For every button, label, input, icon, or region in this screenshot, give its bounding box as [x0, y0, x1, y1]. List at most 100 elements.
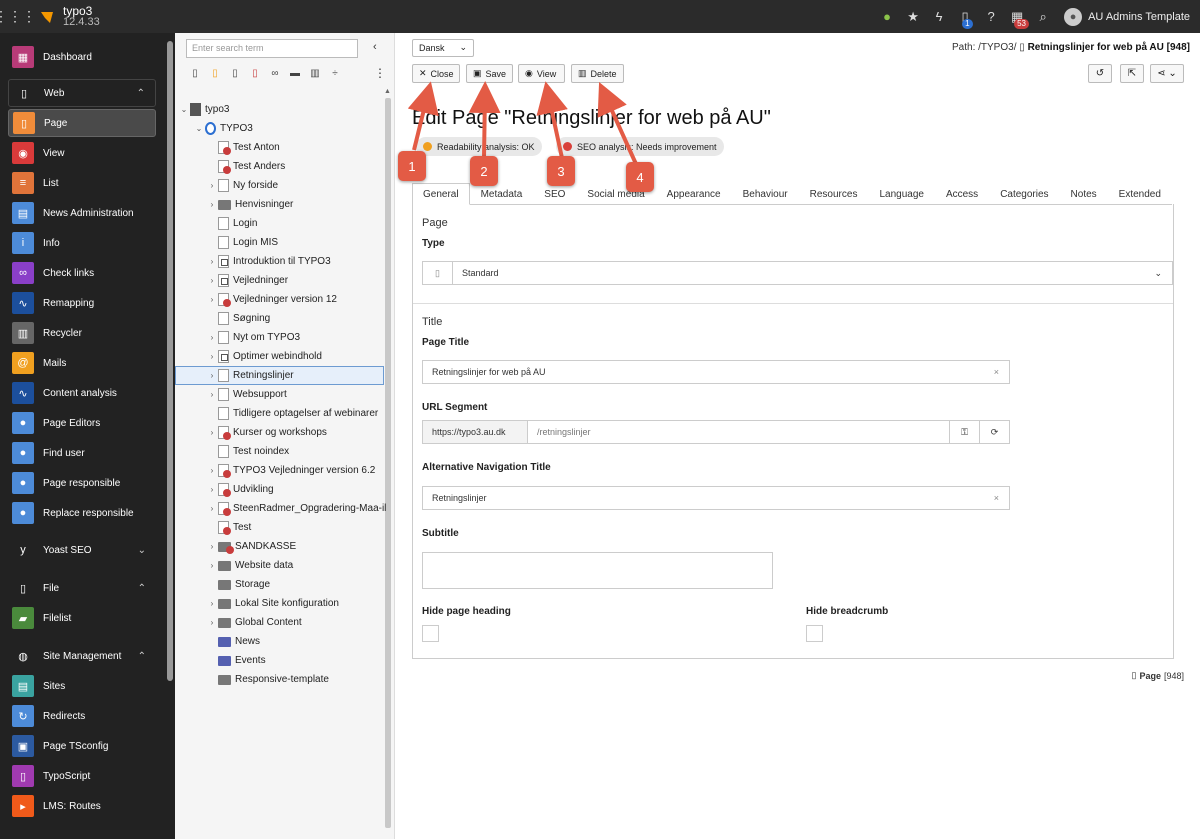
history-button[interactable]: ↺: [1088, 64, 1112, 83]
tab-extended[interactable]: Extended: [1108, 183, 1172, 205]
tree-node[interactable]: › Websupport: [206, 385, 287, 404]
module-group-yoast-seo[interactable]: y Yoast SEO ⌄: [8, 536, 156, 564]
tree-node[interactable]: › Global Content: [206, 613, 302, 632]
tree-node[interactable]: Test noindex: [206, 442, 289, 461]
flash-icon[interactable]: ϟ: [926, 0, 952, 33]
tree-node[interactable]: News: [206, 632, 260, 651]
chevron-right-icon[interactable]: ›: [206, 276, 218, 285]
help-icon[interactable]: ?: [978, 0, 1004, 33]
new-hidden-page-icon[interactable]: ▯: [245, 65, 265, 81]
tree-node[interactable]: Test: [206, 518, 251, 537]
tree-node[interactable]: › Ny forside: [206, 176, 278, 195]
chevron-right-icon[interactable]: ›: [206, 542, 218, 551]
tab-seo[interactable]: SEO: [533, 183, 576, 205]
module-group-web[interactable]: ▯ Web ⌃: [8, 79, 156, 107]
tree-node[interactable]: Tidligere optagelser af webinarer: [206, 404, 378, 423]
chevron-right-icon[interactable]: ›: [206, 504, 218, 513]
chevron-right-icon[interactable]: ›: [206, 466, 218, 475]
language-select[interactable]: Dansk ⌄: [412, 39, 474, 57]
chain-icon[interactable]: ∞: [265, 65, 285, 81]
tree-node[interactable]: › SteenRadmer_Opgradering-Maa-il: [206, 499, 386, 518]
module-lms-routes[interactable]: ▸ LMS: Routes: [8, 792, 156, 820]
open-new-window-button[interactable]: ⇱: [1120, 64, 1144, 83]
module-check-links[interactable]: ∞ Check links: [8, 259, 156, 287]
module-group-file[interactable]: ▯ File ⌃: [8, 574, 156, 602]
scheduler-icon[interactable]: ▦ 53: [1004, 0, 1030, 33]
clear-icon[interactable]: ×: [994, 367, 999, 377]
delete-button[interactable]: ▥ Delete: [571, 64, 624, 83]
tree-node[interactable]: Storage: [206, 575, 270, 594]
tree-node[interactable]: › Website data: [206, 556, 294, 575]
tree-node[interactable]: › Lokal Site konfiguration: [206, 594, 339, 613]
chevron-right-icon[interactable]: ›: [206, 599, 218, 608]
tree-node[interactable]: › SANDKASSE: [206, 537, 296, 556]
tree-scrollbar[interactable]: ▲ ▼: [383, 88, 393, 835]
new-page-special-icon[interactable]: ▯: [205, 65, 225, 81]
type-select[interactable]: ▯ Standard ⌄: [422, 261, 1173, 285]
module-page-responsible[interactable]: ● Page responsible: [8, 469, 156, 497]
tab-resources[interactable]: Resources: [799, 183, 869, 205]
module-mails[interactable]: @ Mails: [8, 349, 156, 377]
tree-node[interactable]: Søgning: [206, 309, 270, 328]
chevron-right-icon[interactable]: ›: [206, 200, 218, 209]
tree-node[interactable]: › Retningslinjer: [175, 366, 384, 385]
tree-site[interactable]: ⌄ TYPO3: [193, 119, 253, 138]
module-typoscript[interactable]: ▯ TypoScript: [8, 762, 156, 790]
view-button[interactable]: ◉ View: [518, 64, 565, 83]
module-list[interactable]: ≡ List: [8, 169, 156, 197]
chevron-right-icon[interactable]: ›: [206, 352, 218, 361]
chevron-right-icon[interactable]: ›: [206, 181, 218, 190]
chevron-right-icon[interactable]: ›: [206, 428, 218, 437]
new-page-icon[interactable]: ▯: [185, 65, 205, 81]
chevron-down-icon[interactable]: ⌄: [178, 105, 190, 114]
folder-icon[interactable]: ▬: [285, 65, 305, 81]
new-link-icon[interactable]: ▯: [225, 65, 245, 81]
hide-heading-checkbox[interactable]: [422, 625, 439, 642]
module-redirects[interactable]: ↻ Redirects: [8, 702, 156, 730]
tree-node[interactable]: Responsive-template: [206, 670, 329, 689]
tree-node[interactable]: Test Anton: [206, 138, 280, 157]
typo3-logo[interactable]: [37, 7, 57, 27]
tree-node[interactable]: Login MIS: [206, 233, 278, 252]
subtitle-field[interactable]: [422, 552, 773, 589]
divider-icon[interactable]: ÷: [325, 65, 345, 81]
module-find-user[interactable]: ● Find user: [8, 439, 156, 467]
tree-node[interactable]: Events: [206, 651, 266, 670]
module-page-editors[interactable]: ● Page Editors: [8, 409, 156, 437]
chevron-down-icon[interactable]: ⌄: [193, 124, 205, 133]
recycler-icon[interactable]: ▥: [305, 65, 325, 81]
clear-icon[interactable]: ×: [994, 493, 999, 503]
chevron-right-icon[interactable]: ›: [206, 295, 218, 304]
tree-node[interactable]: › Kurser og workshops: [206, 423, 327, 442]
module-page[interactable]: ▯ Page: [8, 109, 156, 137]
tree-node[interactable]: › Vejledninger version 12: [206, 290, 337, 309]
tab-general[interactable]: General: [412, 183, 470, 205]
module-filelist[interactable]: ▰ Filelist: [8, 604, 156, 632]
module-replace-responsible[interactable]: ● Replace responsible: [8, 499, 156, 527]
file-icon[interactable]: ▯ 1: [952, 0, 978, 33]
tab-appearance[interactable]: Appearance: [656, 183, 732, 205]
tab-categories[interactable]: Categories: [989, 183, 1059, 205]
save-button[interactable]: ▣ Save: [466, 64, 513, 83]
toggle-url-edit-button[interactable]: ⚿: [949, 420, 980, 444]
module-info[interactable]: i Info: [8, 229, 156, 257]
module-news-administration[interactable]: ▤ News Administration: [8, 199, 156, 227]
tree-node[interactable]: › Nyt om TYPO3: [206, 328, 300, 347]
tree-node[interactable]: › Vejledninger: [206, 271, 288, 290]
module-grid-icon[interactable]: ⋮⋮⋮: [0, 0, 36, 33]
module-view[interactable]: ◉ View: [8, 139, 156, 167]
search-icon[interactable]: ⌕: [1030, 0, 1056, 33]
module-group-site-management[interactable]: ◍ Site Management ⌃: [8, 642, 156, 670]
chevron-right-icon[interactable]: ›: [206, 485, 218, 494]
user-menu[interactable]: ● AU Admins Template: [1056, 7, 1200, 26]
tree-node[interactable]: › Henvisninger: [206, 195, 294, 214]
chevron-right-icon[interactable]: ›: [206, 561, 218, 570]
chevron-right-icon[interactable]: ›: [206, 390, 218, 399]
module-sites[interactable]: ▤ Sites: [8, 672, 156, 700]
module-remapping[interactable]: ∿ Remapping: [8, 289, 156, 317]
star-icon[interactable]: ★: [900, 0, 926, 33]
tree-node[interactable]: › Introduktion til TYPO3: [206, 252, 331, 271]
tab-access[interactable]: Access: [935, 183, 989, 205]
tree-scroll-thumb[interactable]: [385, 98, 391, 828]
tree-node[interactable]: › Optimer webindhold: [206, 347, 322, 366]
